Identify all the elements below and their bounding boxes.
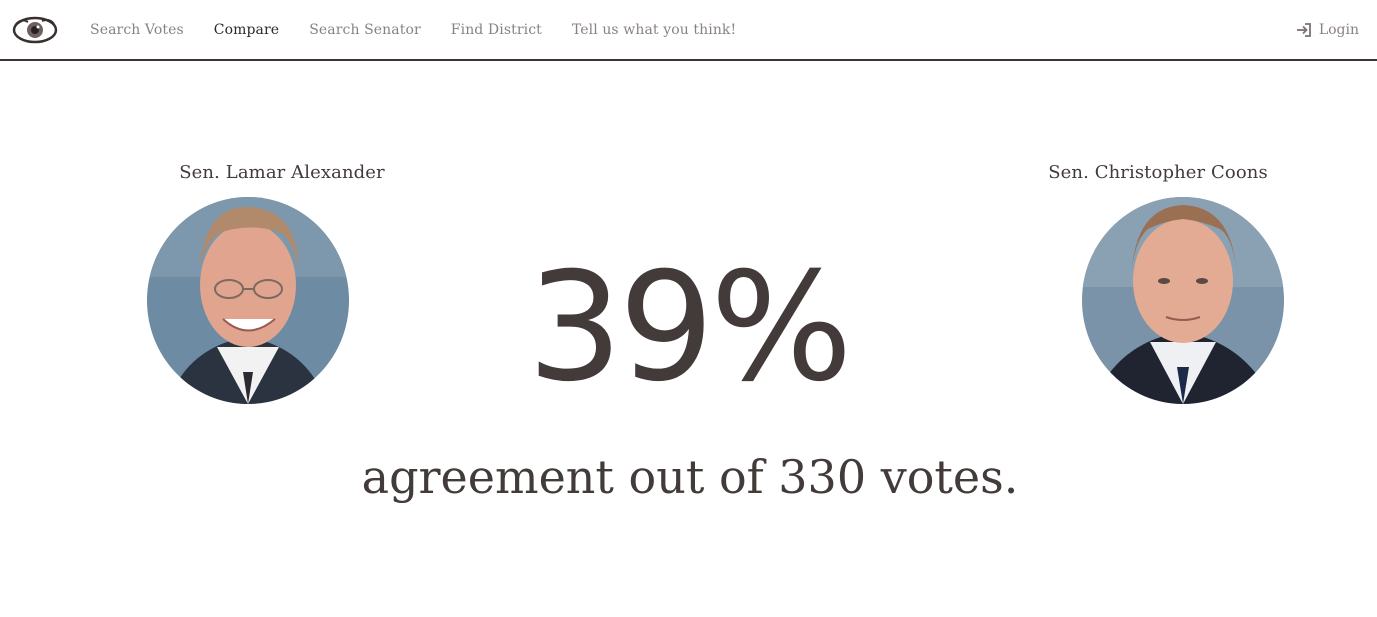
- senator-right-name[interactable]: Sen. Christopher Coons: [1008, 162, 1308, 183]
- top-navbar: Search Votes Compare Search Senator Find…: [0, 0, 1377, 61]
- nav-search-votes[interactable]: Search Votes: [90, 22, 184, 38]
- agreement-summary: agreement out of 330 votes.: [361, 450, 1019, 504]
- nav-find-district[interactable]: Find District: [451, 22, 542, 38]
- agreement-percent: 39%: [527, 241, 852, 415]
- senator-right-portrait[interactable]: [1082, 197, 1284, 404]
- senator-left-portrait[interactable]: [147, 197, 349, 404]
- login-link[interactable]: Login: [1296, 0, 1359, 59]
- eye-logo-icon[interactable]: [12, 14, 58, 46]
- senator-left: Sen. Lamar Alexander: [132, 162, 432, 404]
- login-icon: [1296, 22, 1311, 37]
- login-label: Login: [1318, 21, 1359, 38]
- senator-portrait-icon: [147, 197, 349, 404]
- nav-feedback[interactable]: Tell us what you think!: [572, 22, 736, 38]
- senator-portrait-icon: [1082, 197, 1284, 404]
- nav-compare[interactable]: Compare: [214, 22, 279, 38]
- main-nav: Search Votes Compare Search Senator Find…: [90, 0, 766, 59]
- nav-search-senator[interactable]: Search Senator: [309, 22, 421, 38]
- senator-right: Sen. Christopher Coons: [1008, 162, 1308, 404]
- senator-left-name[interactable]: Sen. Lamar Alexander: [132, 162, 432, 183]
